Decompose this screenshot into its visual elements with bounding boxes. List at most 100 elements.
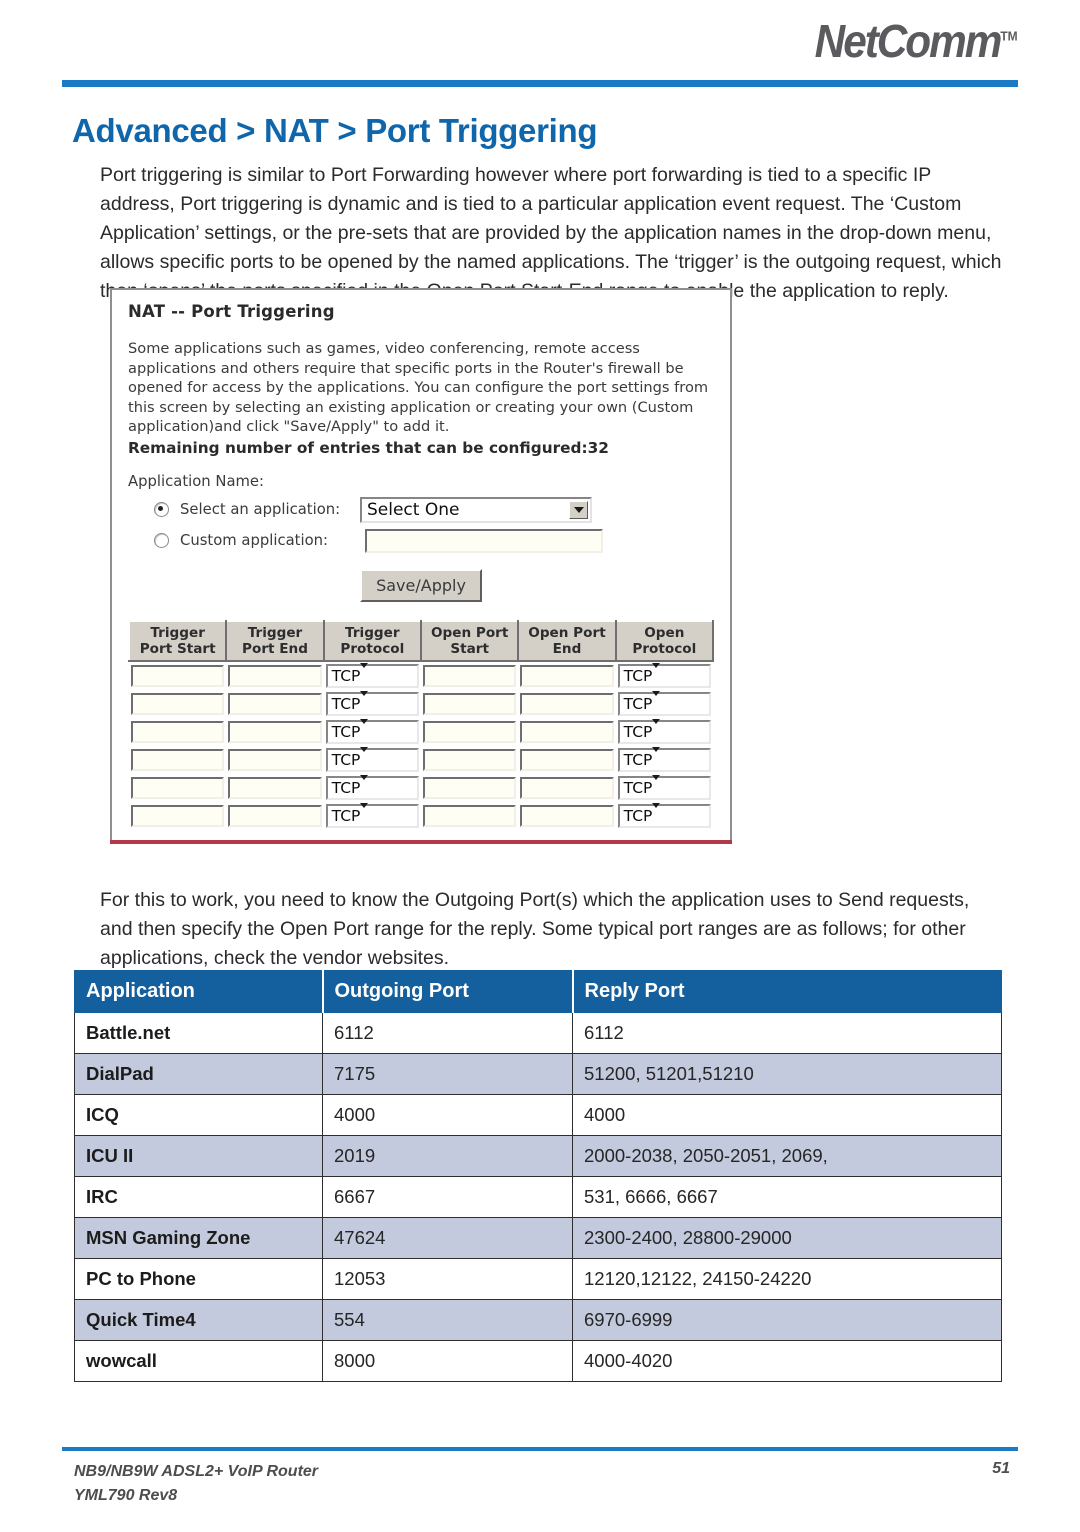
open-port-end-input[interactable] (520, 664, 614, 687)
trigger-protocol-dropdown[interactable]: TCP (325, 690, 419, 716)
application-dropdown-value: Select One (367, 499, 460, 520)
select-application-radio[interactable] (154, 502, 169, 517)
open-port-end-input[interactable] (520, 804, 614, 827)
chevron-down-icon[interactable] (652, 690, 669, 715)
save-apply-button[interactable]: Save/Apply (360, 568, 482, 602)
application-name-label: Application Name: (128, 472, 265, 490)
open-port-start-input[interactable] (422, 692, 517, 715)
trigger-port-start-cell (129, 690, 226, 718)
open-port-start-input[interactable] (422, 776, 517, 799)
cell-application: PC to Phone (74, 1258, 323, 1300)
trigger-port-start-cell (129, 718, 226, 746)
trigger-port-end-input[interactable] (228, 664, 322, 687)
custom-application-input[interactable] (365, 528, 603, 553)
trigger-protocol-cell: TCP (324, 661, 421, 690)
chevron-down-icon[interactable] (360, 690, 377, 715)
trigger-protocol-cell: TCP (324, 718, 421, 746)
intro-paragraph: Port triggering is similar to Port Forwa… (100, 163, 1002, 302)
open-port-start-input[interactable] (422, 748, 517, 771)
open-protocol-cell: TCP (616, 802, 713, 830)
open-protocol-dropdown[interactable]: TCP (617, 718, 711, 744)
grid-header-open-port-start: Open Port Start (419, 619, 520, 662)
open-port-start-cell (421, 690, 518, 718)
protocol-value: TCP (331, 666, 361, 685)
trigger-port-end-input[interactable] (228, 748, 322, 771)
trigger-port-end-input[interactable] (228, 804, 322, 827)
chevron-down-icon[interactable] (360, 802, 377, 827)
footer-line-1: NB9/NB9W ADSL2+ VoIP Router (74, 1463, 319, 1480)
trigger-protocol-dropdown[interactable]: TCP (325, 662, 419, 688)
open-protocol-dropdown[interactable]: TCP (617, 802, 711, 828)
open-port-end-cell (518, 718, 615, 746)
custom-application-label: Custom application: (180, 532, 328, 549)
trigger-protocol-dropdown[interactable]: TCP (325, 746, 419, 772)
cell-application: IRC (74, 1176, 323, 1218)
grid-row: TCP TCP (129, 774, 713, 802)
open-port-start-cell (421, 774, 518, 802)
open-port-end-input[interactable] (520, 692, 614, 715)
cell-reply-port: 2300-2400, 28800-29000 (572, 1217, 1002, 1259)
table-row: Quick Time4 554 6970-6999 (74, 1299, 1002, 1341)
trigger-port-end-cell (226, 690, 323, 718)
chevron-down-icon[interactable] (360, 718, 377, 743)
trigger-port-start-input[interactable] (131, 720, 225, 743)
custom-application-radio[interactable] (154, 533, 169, 548)
trigger-protocol-cell: TCP (324, 802, 421, 830)
open-protocol-cell: TCP (616, 690, 713, 718)
grid-header-open-port-end: Open Port End (517, 619, 617, 662)
footer-product-info: NB9/NB9W ADSL2+ VoIP Router YML790 Rev8 (74, 1460, 318, 1508)
trigger-port-end-input[interactable] (228, 720, 322, 743)
screenshot-description: Some applications such as games, video c… (128, 340, 709, 435)
open-port-end-input[interactable] (520, 776, 614, 799)
open-port-end-input[interactable] (520, 720, 614, 743)
cell-application: MSN Gaming Zone (74, 1217, 323, 1259)
screenshot-clip-line (110, 840, 732, 844)
chevron-down-icon[interactable] (652, 774, 669, 799)
trigger-protocol-dropdown[interactable]: TCP (325, 802, 419, 828)
trigger-port-end-input[interactable] (228, 776, 322, 799)
protocol-value: TCP (623, 806, 653, 825)
cell-application: Quick Time4 (74, 1299, 323, 1341)
trigger-port-end-input[interactable] (228, 692, 322, 715)
trigger-port-end-cell (226, 661, 323, 690)
chevron-down-icon[interactable] (652, 746, 669, 771)
chevron-down-icon[interactable] (652, 802, 669, 827)
open-port-end-cell (518, 774, 615, 802)
column-header-reply-port: Reply Port (572, 970, 1002, 1013)
trigger-protocol-dropdown[interactable]: TCP (325, 774, 419, 800)
grid-body: TCP TCP TCP TCP TCP TCP TCP TCP TCP TCP TCP TCP (129, 661, 713, 830)
open-protocol-dropdown[interactable]: TCP (617, 746, 711, 772)
protocol-value: TCP (331, 778, 361, 797)
table-row: wowcall 8000 4000-4020 (74, 1340, 1002, 1382)
table-row: PC to Phone 12053 12120,12122, 24150-24220 (74, 1258, 1002, 1300)
trigger-port-start-input[interactable] (131, 664, 225, 687)
open-port-end-cell (518, 690, 615, 718)
open-protocol-dropdown[interactable]: TCP (617, 662, 711, 688)
trigger-port-start-input[interactable] (131, 776, 225, 799)
open-port-start-input[interactable] (422, 720, 517, 743)
open-protocol-dropdown[interactable]: TCP (617, 690, 711, 716)
trigger-protocol-dropdown[interactable]: TCP (325, 718, 419, 744)
protocol-value: TCP (623, 722, 653, 741)
open-protocol-dropdown[interactable]: TCP (617, 774, 711, 800)
open-port-start-cell (421, 746, 518, 774)
chevron-down-icon[interactable] (569, 500, 588, 519)
chevron-down-icon[interactable] (652, 662, 669, 687)
select-application-row: Select an application: Select One (128, 496, 714, 523)
trigger-port-start-input[interactable] (131, 804, 225, 827)
open-port-start-input[interactable] (422, 664, 517, 687)
trigger-port-start-input[interactable] (131, 748, 225, 771)
chevron-down-icon[interactable] (360, 774, 377, 799)
page-number: 51 (992, 1460, 1010, 1477)
open-port-end-input[interactable] (520, 748, 614, 771)
cell-outgoing-port: 554 (322, 1299, 573, 1341)
open-port-start-input[interactable] (422, 804, 517, 827)
grid-row: TCP TCP (129, 690, 713, 718)
chevron-down-icon[interactable] (360, 746, 377, 771)
application-dropdown[interactable]: Select One (360, 496, 592, 523)
chevron-down-icon[interactable] (652, 718, 669, 743)
chevron-down-icon[interactable] (360, 662, 377, 687)
trigger-port-start-input[interactable] (131, 692, 225, 715)
cell-outgoing-port: 6112 (322, 1012, 573, 1054)
cell-outgoing-port: 47624 (322, 1217, 573, 1259)
